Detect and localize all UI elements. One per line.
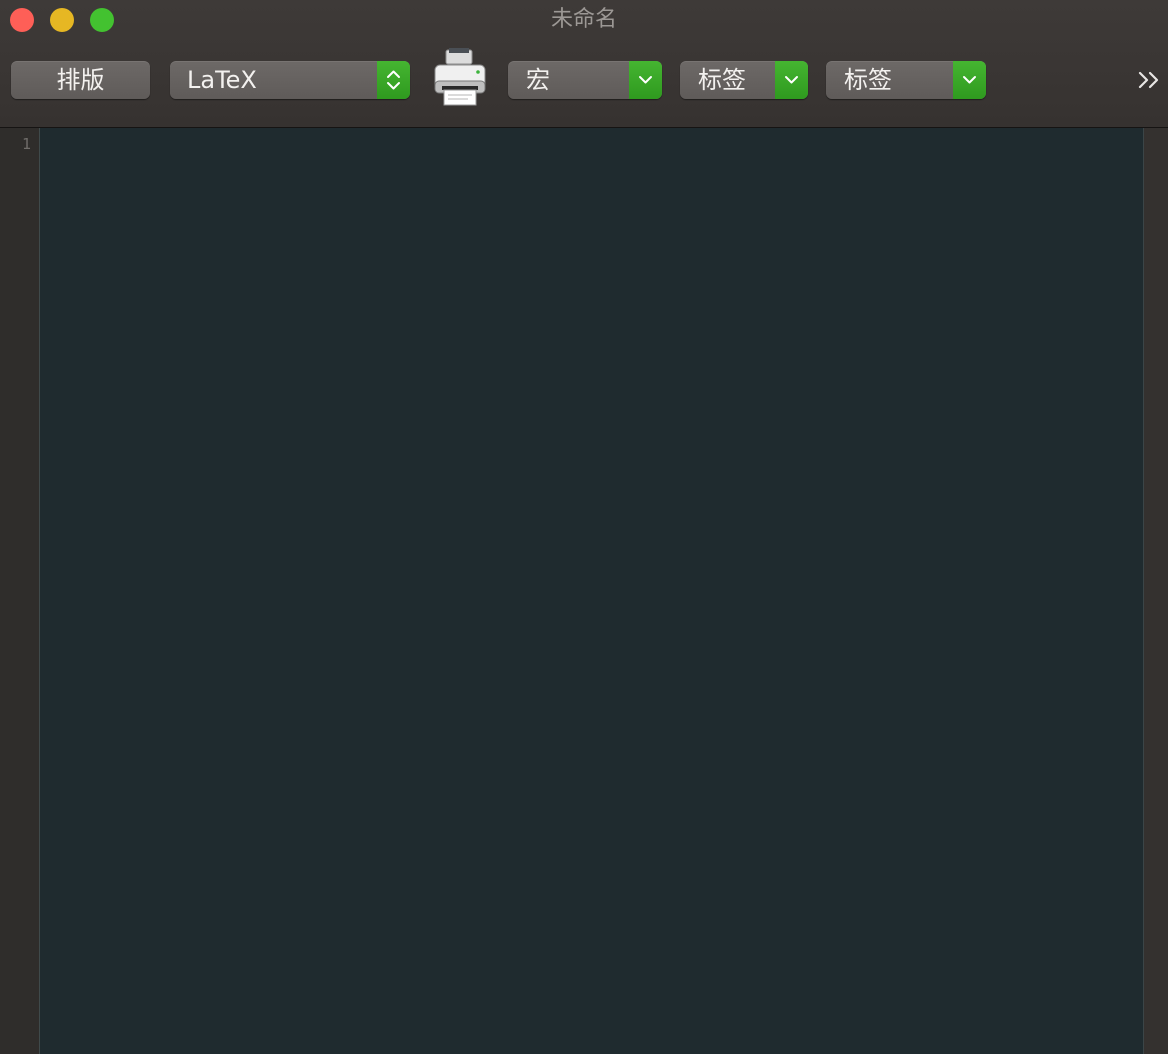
macros-popup[interactable]: 宏 <box>508 61 662 99</box>
editor-scroll-strip[interactable] <box>1143 128 1168 1054</box>
tags-popup-1-value: 标签 <box>698 66 746 94</box>
title-toolbar-area: 未命名 排版 LaTeX 宏 标签 标签 <box>0 0 1168 128</box>
source-editor[interactable] <box>40 128 1143 1054</box>
tags-popup-1[interactable]: 标签 <box>680 61 808 99</box>
tags-popup-2-value: 标签 <box>844 66 892 94</box>
line-number: 1 <box>21 135 31 153</box>
chevron-double-right-icon[interactable] <box>1136 68 1164 92</box>
typeset-button[interactable]: 排版 <box>11 61 150 99</box>
macros-popup-value: 宏 <box>526 66 550 94</box>
printer-icon[interactable] <box>430 48 490 108</box>
engine-popup[interactable]: LaTeX <box>170 61 410 99</box>
chevron-down-icon <box>953 61 986 99</box>
up-down-chevron-icon <box>377 61 410 99</box>
chevron-down-icon <box>629 61 662 99</box>
chevron-down-icon <box>775 61 808 99</box>
line-number-gutter: 1 <box>0 128 40 1054</box>
window-title: 未命名 <box>550 7 617 32</box>
tags-popup-2[interactable]: 标签 <box>826 61 986 99</box>
main-window: 未命名 排版 LaTeX 宏 标签 标签 1 <box>0 0 1168 1054</box>
engine-popup-value: LaTeX <box>187 66 257 94</box>
